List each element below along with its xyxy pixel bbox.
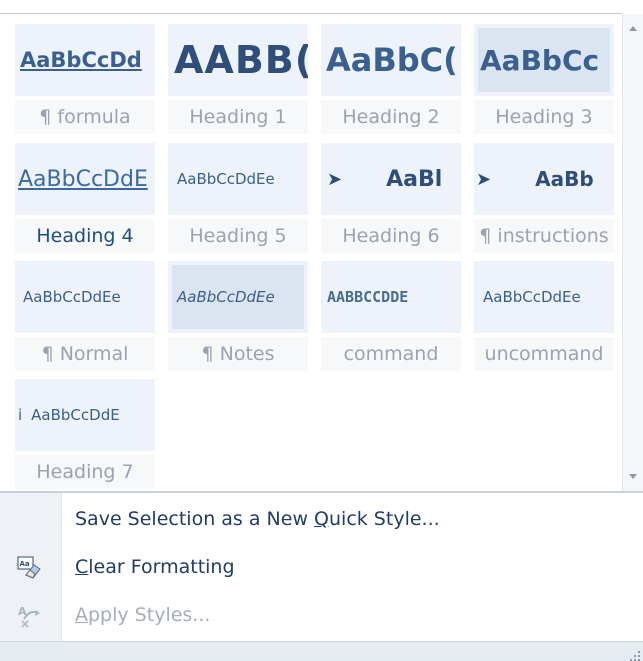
style-tile-notes[interactable]: AaBbCcDdEe ¶ Notes	[168, 261, 308, 371]
scroll-up-arrow-icon[interactable]	[629, 26, 637, 31]
style-preview: AaBbCc	[474, 24, 614, 96]
style-tile-uncommand[interactable]: AaBbCcDdEe uncommand	[474, 261, 614, 371]
resize-strip	[0, 641, 643, 661]
style-tile-heading-3[interactable]: AaBbCc Heading 3	[474, 24, 614, 134]
style-preview: ➤ AaBb	[474, 143, 614, 215]
quick-styles-dropdown: AaBbCcDd ¶ formula AABB( Heading 1 AaBbC…	[0, 0, 643, 661]
style-tile-heading-1[interactable]: AABB( Heading 1	[168, 24, 308, 134]
style-preview: AaBbCcDdEe	[474, 261, 614, 333]
style-label: ¶ instructions	[474, 219, 614, 253]
style-tile-heading-6[interactable]: ➤ AaBl Heading 6	[321, 143, 461, 253]
style-label: command	[321, 337, 461, 371]
style-preview: AaBbCcDdEe	[15, 261, 155, 333]
style-preview: AaBbC(	[321, 24, 461, 96]
style-preview: AaBbCcDd	[15, 24, 155, 96]
style-tile-formula[interactable]: AaBbCcDd ¶ formula	[15, 24, 155, 134]
style-label: Heading 7	[15, 455, 155, 489]
clear-formatting-item[interactable]: Aa Clear Formatting	[0, 544, 643, 590]
style-label: Heading 3	[474, 100, 614, 134]
style-label: ¶ Normal	[15, 337, 155, 371]
arrow-bullet-icon: ➤	[476, 168, 492, 190]
style-tile-command[interactable]: AABBCCDDE command	[321, 261, 461, 371]
style-tile-normal[interactable]: AaBbCcDdEe ¶ Normal	[15, 261, 155, 371]
style-preview: AaBbCcDdE	[15, 143, 155, 215]
save-selection-quick-style-item[interactable]: Save Selection as a New Quick Style...	[0, 496, 643, 542]
style-label: Heading 1	[168, 100, 308, 134]
style-tile-heading-7[interactable]: i AaBbCcDdE Heading 7	[15, 379, 155, 489]
scroll-down-arrow-icon[interactable]	[629, 474, 637, 479]
apply-styles-item[interactable]: A Apply Styles...	[0, 592, 643, 638]
style-tile-heading-5[interactable]: AaBbCcDdEe Heading 5	[168, 143, 308, 253]
style-preview: AABB(	[168, 24, 308, 96]
resize-grip-icon[interactable]	[629, 647, 641, 661]
style-label: Heading 2	[321, 100, 461, 134]
style-preview: AaBbCcDdEe	[168, 143, 308, 215]
styles-menu: Save Selection as a New Quick Style... A…	[0, 493, 643, 641]
style-label: uncommand	[474, 337, 614, 371]
quick-styles-gallery: AaBbCcDd ¶ formula AABB( Heading 1 AaBbC…	[0, 14, 622, 491]
apply-styles-icon: A	[16, 601, 44, 629]
style-preview: i AaBbCcDdE	[15, 379, 155, 451]
style-label: ¶ Notes	[168, 337, 308, 371]
menu-item-label: Apply Styles...	[75, 604, 211, 626]
style-label: ¶ formula	[15, 100, 155, 134]
style-tile-instructions[interactable]: ➤ AaBb ¶ instructions	[474, 143, 614, 253]
arrow-bullet-icon: ➤	[327, 168, 343, 190]
style-label: Heading 5	[168, 219, 308, 253]
style-preview: AaBbCcDdEe	[168, 261, 308, 333]
style-tile-heading-4[interactable]: AaBbCcDdE Heading 4	[15, 143, 155, 253]
style-label: Heading 4	[15, 219, 155, 253]
eraser-icon: Aa	[16, 553, 44, 581]
menu-item-label: Clear Formatting	[75, 556, 235, 578]
gallery-scrollbar[interactable]	[622, 14, 643, 491]
style-preview: ➤ AaBl	[321, 143, 461, 215]
style-tile-heading-2[interactable]: AaBbC( Heading 2	[321, 24, 461, 134]
style-preview: AABBCCDDE	[321, 261, 461, 333]
svg-text:Aa: Aa	[20, 560, 30, 568]
menu-item-label: Save Selection as a New Quick Style...	[75, 508, 440, 530]
style-label: Heading 6	[321, 219, 461, 253]
